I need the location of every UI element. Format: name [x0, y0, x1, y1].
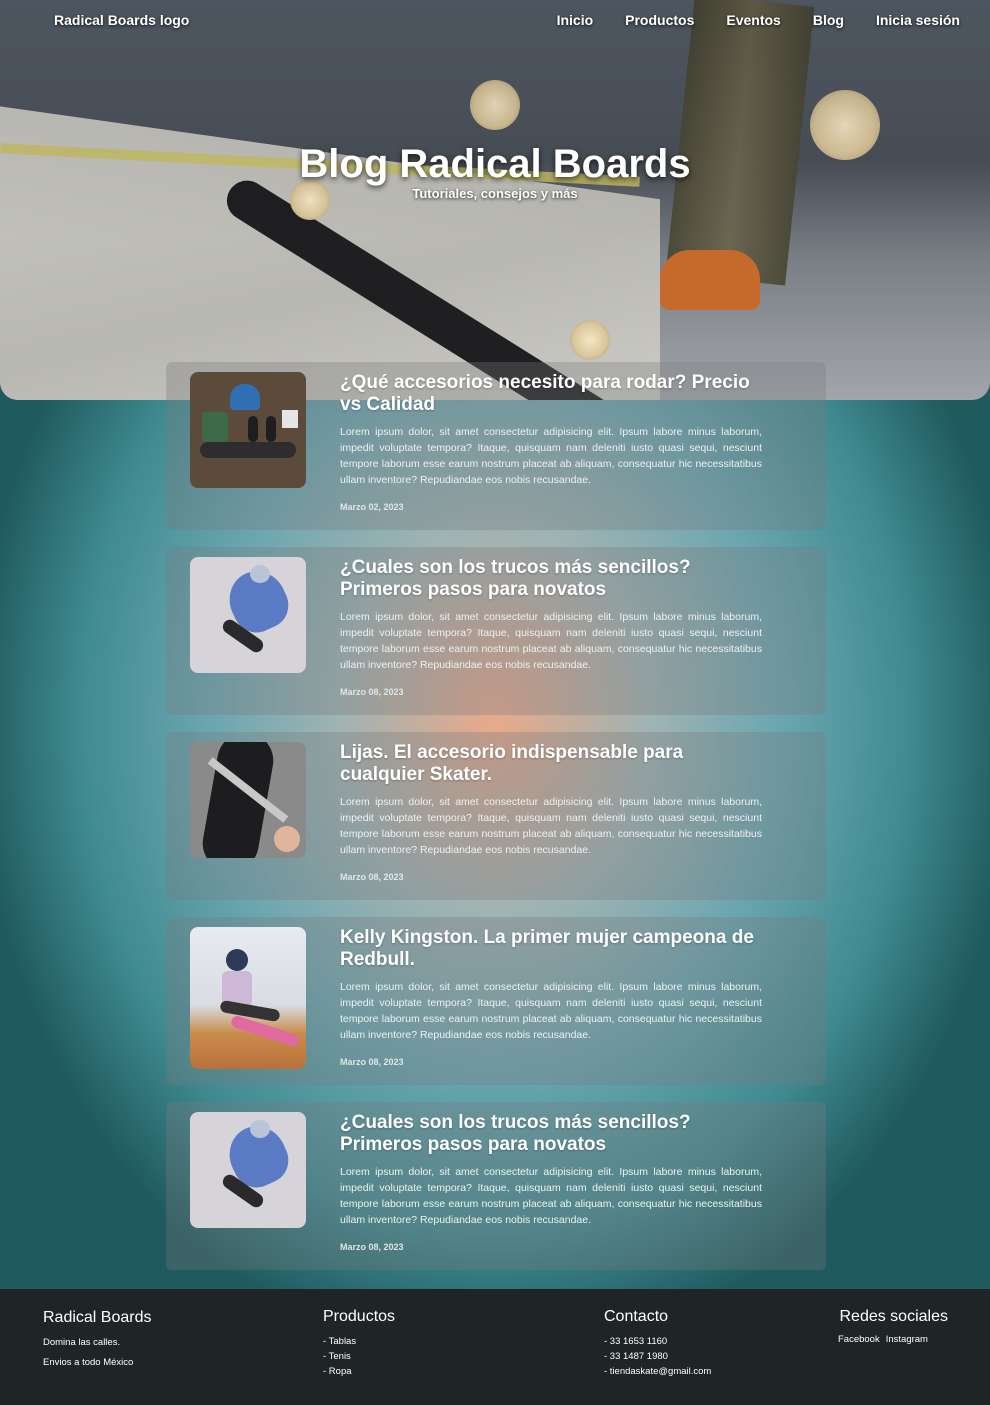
footer-shipping: Envios a todo México: [43, 1357, 134, 1368]
post-thumbnail-parrot-skate: [190, 1112, 306, 1228]
post-thumbnail-kelly-kingston: [190, 927, 306, 1069]
footer-products-title: Productos: [323, 1308, 396, 1325]
footer-contact-list: - 33 1653 1160 - 33 1487 1980 - tiendask…: [604, 1334, 711, 1379]
post-excerpt: Lorem ipsum dolor, sit amet consectetur …: [340, 796, 762, 856]
footer-contact-title: Contacto: [604, 1308, 669, 1325]
post-title[interactable]: ¿Cuales son los trucos más sencillos? Pr…: [340, 1112, 762, 1156]
instagram-link[interactable]: Instagram: [886, 1334, 928, 1345]
post-thumbnail-accessories: [190, 372, 306, 488]
site-footer: Radical Boards Domina las calles. Envios…: [0, 1289, 990, 1405]
blog-post-list: ¿Qué accesorios necesito para rodar? Pre…: [166, 362, 826, 1287]
footer-link-ropa[interactable]: - Ropa: [323, 1364, 395, 1379]
post-title[interactable]: ¿Qué accesorios necesito para rodar? Pre…: [340, 372, 762, 416]
post-content: ¿Cuales son los trucos más sencillos? Pr…: [340, 557, 762, 697]
footer-brand: Radical Boards Domina las calles. Envios…: [43, 1309, 152, 1370]
post-thumbnail-parrot-skate: [190, 557, 306, 673]
post-content: ¿Cuales son los trucos más sencillos? Pr…: [340, 1112, 762, 1252]
footer-brand-title: Radical Boards: [43, 1309, 152, 1326]
nav-item-productos[interactable]: Productos: [625, 12, 694, 28]
blog-post-card[interactable]: ¿Cuales son los trucos más sencillos? Pr…: [166, 1102, 826, 1270]
post-date: Marzo 08, 2023: [340, 687, 404, 697]
footer-products: Productos - Tablas - Tenis - Ropa: [323, 1308, 395, 1379]
post-excerpt: Lorem ipsum dolor, sit amet consectetur …: [340, 981, 762, 1041]
nav-menu: Inicio Productos Eventos Blog Inicia ses…: [557, 12, 960, 28]
footer-phone-1: - 33 1653 1160: [604, 1336, 668, 1347]
footer-tagline: Domina las calles.: [43, 1337, 121, 1348]
nav-item-inicio[interactable]: Inicio: [557, 12, 594, 28]
footer-link-tenis[interactable]: - Tenis: [323, 1349, 395, 1364]
site-logo[interactable]: Radical Boards logo: [54, 12, 189, 28]
post-date: Marzo 08, 2023: [340, 1057, 404, 1067]
post-content: Kelly Kingston. La primer mujer campeona…: [340, 927, 762, 1067]
post-excerpt: Lorem ipsum dolor, sit amet consectetur …: [340, 611, 762, 671]
blog-post-card[interactable]: ¿Qué accesorios necesito para rodar? Pre…: [166, 362, 826, 530]
page-subtitle: Tutoriales, consejos y más: [412, 186, 578, 201]
footer-products-list: - Tablas - Tenis - Ropa: [323, 1334, 395, 1379]
post-content: ¿Qué accesorios necesito para rodar? Pre…: [340, 372, 762, 512]
footer-social-title: Redes sociales: [839, 1308, 948, 1325]
page-title: Blog Radical Boards: [299, 142, 691, 186]
footer-phone-2: - 33 1487 1980: [604, 1351, 668, 1362]
nav-item-login[interactable]: Inicia sesión: [876, 12, 960, 28]
facebook-link[interactable]: Facebook: [838, 1334, 880, 1345]
top-navbar: Radical Boards logo Inicio Productos Eve…: [0, 0, 990, 40]
post-title[interactable]: ¿Cuales son los trucos más sencillos? Pr…: [340, 557, 762, 601]
blog-post-card[interactable]: Lijas. El accesorio indispensable para c…: [166, 732, 826, 900]
post-title[interactable]: Lijas. El accesorio indispensable para c…: [340, 742, 762, 786]
post-date: Marzo 02, 2023: [340, 502, 404, 512]
footer-social-links: Facebook Instagram: [838, 1334, 928, 1345]
blog-post-card[interactable]: ¿Cuales son los trucos más sencillos? Pr…: [166, 547, 826, 715]
footer-contact: Contacto - 33 1653 1160 - 33 1487 1980 -…: [604, 1308, 711, 1379]
post-thumbnail-griptape: [190, 742, 306, 858]
post-date: Marzo 08, 2023: [340, 1242, 404, 1252]
blog-post-card[interactable]: Kelly Kingston. La primer mujer campeona…: [166, 917, 826, 1085]
post-excerpt: Lorem ipsum dolor, sit amet consectetur …: [340, 1166, 762, 1226]
post-date: Marzo 08, 2023: [340, 872, 404, 882]
post-content: Lijas. El accesorio indispensable para c…: [340, 742, 762, 882]
post-title[interactable]: Kelly Kingston. La primer mujer campeona…: [340, 927, 762, 971]
nav-item-blog[interactable]: Blog: [813, 12, 844, 28]
footer-email[interactable]: - tiendaskate@gmail.com: [604, 1364, 711, 1379]
footer-link-tablas[interactable]: - Tablas: [323, 1334, 395, 1349]
nav-item-eventos[interactable]: Eventos: [726, 12, 780, 28]
footer-social: Redes sociales Facebook Instagram: [838, 1308, 948, 1345]
post-excerpt: Lorem ipsum dolor, sit amet consectetur …: [340, 426, 762, 486]
